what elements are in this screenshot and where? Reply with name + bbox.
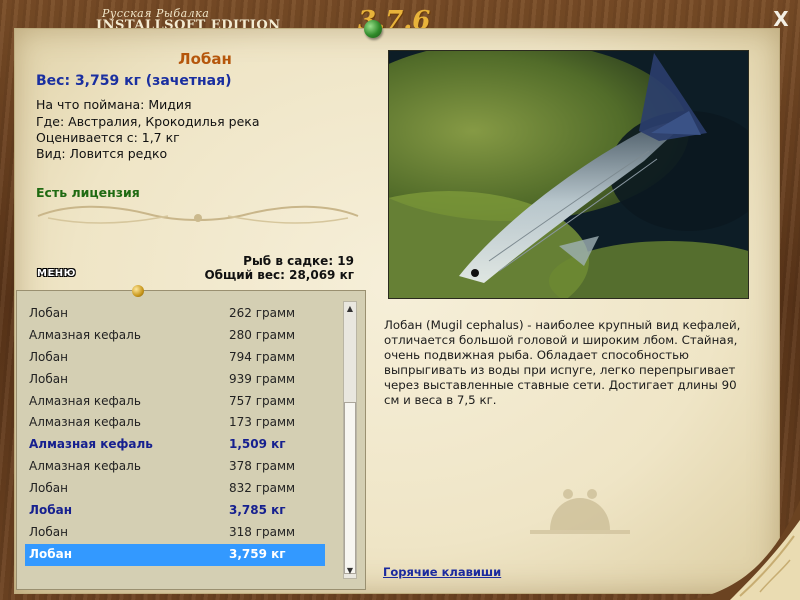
list-item[interactable]: Лобан 3,759 кг — [25, 543, 325, 566]
fish-name: Лобан — [178, 50, 232, 68]
list-item[interactable]: Лобан 318 грамм — [25, 522, 325, 544]
list-item-name: Алмазная кефаль — [29, 459, 141, 474]
list-item-name: Лобан — [29, 349, 68, 364]
list-item-weight: 757 грамм — [229, 393, 296, 408]
license-status: Есть лицензия — [36, 185, 140, 200]
list-item-weight: 794 грамм — [229, 349, 296, 364]
list-item[interactable]: Алмазная кефаль 1,509 кг — [25, 434, 325, 456]
list-item-name: Алмазная кефаль — [29, 327, 141, 342]
list-item-weight: 280 грамм — [229, 327, 296, 342]
list-item-name: Лобан — [29, 481, 68, 496]
list-item-name: Лобан — [29, 306, 68, 320]
list-item-weight: 318 грамм — [229, 524, 296, 539]
fish-photo — [388, 50, 749, 299]
arrow-down-icon[interactable]: ▼ — [344, 564, 356, 578]
total-weight: Общий вес: 28,069 кг — [204, 268, 354, 282]
list-item[interactable]: Лобан 939 грамм — [25, 369, 325, 391]
fish-count: Рыб в садке: 19 — [243, 254, 354, 268]
ornament-divider — [37, 205, 359, 224]
list-item-weight: 832 грамм — [229, 481, 296, 496]
close-button[interactable]: X — [770, 8, 792, 30]
list-item[interactable]: Алмазная кефаль 173 грамм — [25, 412, 325, 434]
list-item-weight: 173 грамм — [229, 415, 296, 430]
list-item-name: Алмазная кефаль — [29, 437, 153, 452]
threshold-info: Оценивается с: 1,7 кг — [36, 130, 180, 145]
fish-description: Лобан (Mugil cephalus) - наиболее крупны… — [384, 318, 741, 407]
list-item-weight: 3,759 кг — [229, 546, 286, 561]
fish-photo-art — [389, 51, 748, 298]
place-info: Где: Австралия, Крокодилья река — [36, 114, 260, 129]
kind-info: Вид: Ловится редко — [36, 146, 168, 161]
list-item[interactable]: Алмазная кефаль 757 грамм — [25, 391, 325, 413]
bait-info: На что поймана: Мидия — [36, 97, 192, 112]
list-item-name: Лобан — [29, 546, 72, 561]
list-item-name: Лобан — [29, 371, 68, 386]
arrow-up-icon[interactable]: ▲ — [344, 302, 356, 316]
menu-button[interactable]: МЕНЮ — [37, 268, 76, 279]
angler-watermark — [530, 489, 630, 534]
list-item-name: Лобан — [29, 503, 72, 518]
list-item[interactable]: Лобан 794 грамм — [25, 347, 325, 369]
scrollbar-thumb[interactable] — [344, 402, 356, 574]
list-item-name: Алмазная кефаль — [29, 393, 141, 408]
list-item[interactable]: Алмазная кефаль 280 грамм — [25, 325, 325, 347]
list-scrollbar[interactable]: ▲ ▼ — [343, 301, 357, 579]
list-item[interactable]: Лобан 832 грамм — [25, 478, 325, 500]
page-curl — [690, 500, 800, 600]
catch-list: Лобан 262 грамм Алмазная кефаль 280 грамм Ло… — [16, 290, 366, 590]
list-item-weight: 262 грамм — [229, 306, 296, 320]
list-item-weight: 378 грамм — [229, 459, 296, 474]
list-item-name: Алмазная кефаль — [29, 415, 141, 430]
catch-list-rows: Лобан 262 грамм Алмазная кефаль 280 грамм Ло… — [25, 303, 325, 566]
list-item[interactable]: Лобан 3,785 кг — [25, 500, 325, 522]
pushpin-icon — [364, 20, 382, 38]
list-item-name: Лобан — [29, 524, 68, 539]
list-item[interactable]: Алмазная кефаль 378 грамм — [25, 456, 325, 478]
list-item-weight: 939 грамм — [229, 371, 296, 386]
list-item-weight: 3,785 кг — [229, 503, 286, 518]
list-pin-icon — [132, 285, 144, 297]
fish-weight: Вес: 3,759 кг (зачетная) — [36, 73, 232, 89]
hotkeys-link[interactable]: Горячие клавиши — [383, 565, 501, 579]
list-item-weight: 1,509 кг — [229, 437, 286, 452]
list-item[interactable]: Лобан 262 грамм — [25, 303, 325, 325]
